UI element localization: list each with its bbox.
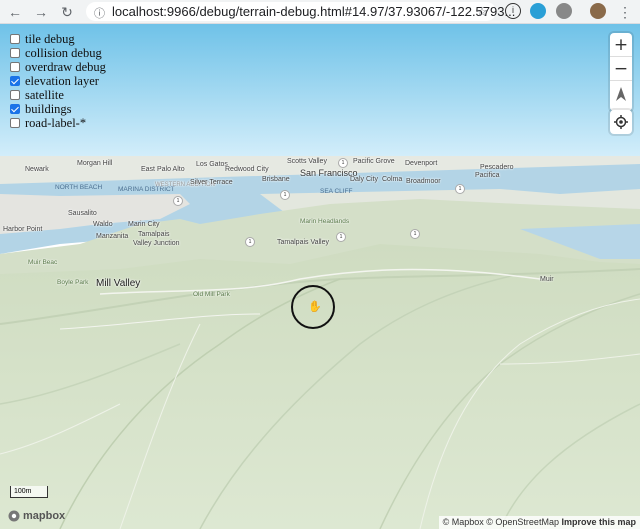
label-redwood-city: Redwood City (225, 166, 269, 173)
bookmark-star-icon[interactable]: ☆ (473, 3, 491, 21)
attribution-mapbox-link[interactable]: © Mapbox (443, 517, 484, 527)
menu-icon[interactable]: ⋮ (616, 3, 634, 21)
label-brisbane: Brisbane (262, 176, 290, 183)
extension-icon[interactable] (530, 3, 546, 19)
mapbox-logo-icon (8, 510, 20, 522)
checkbox[interactable] (10, 76, 20, 86)
zoom-out-button[interactable]: − (610, 57, 632, 81)
debug-option-label: tile debug (25, 31, 75, 46)
label-los-gatos: Los Gatos (196, 161, 228, 168)
label-colma: Colma (382, 176, 403, 183)
label-tamalpais-valley: Tamalpais Valley (277, 239, 330, 246)
zoom-control: + − (610, 33, 632, 111)
address-bar[interactable]: ⓘ localhost:9966/debug/terrain-debug.htm… (86, 2, 515, 21)
geolocate-button[interactable] (610, 110, 632, 134)
label-daly-city: Daly City (350, 176, 379, 183)
checkbox[interactable] (10, 62, 20, 72)
grab-cursor-icon: ✋ (308, 301, 322, 313)
label-morgan-hill: Morgan Hill (77, 160, 113, 167)
label-tamalpais: Tamalpais (138, 231, 170, 238)
attribution: © Mapbox © OpenStreetMap Improve this ma… (438, 516, 640, 529)
mapbox-logo-text: mapbox (23, 510, 66, 522)
checkbox[interactable] (10, 48, 20, 58)
debug-option-label: elevation layer (25, 73, 99, 88)
checkbox[interactable] (10, 90, 20, 100)
label-sea-cliff: SEA CLIFF (320, 188, 353, 195)
geolocate-control (610, 110, 632, 134)
compass-icon (616, 87, 626, 101)
debug-option-satellite[interactable]: satellite (10, 88, 106, 102)
label-scotts-valley: Scotts Valley (287, 158, 327, 165)
debug-option-label: road-label-* (25, 115, 87, 130)
highway-shield-icon: 1 (173, 196, 183, 206)
label-marin-city: Marin City (128, 221, 160, 228)
mapbox-logo[interactable]: mapbox (8, 510, 65, 522)
attribution-osm-link[interactable]: © OpenStreetMap (486, 517, 559, 527)
zoom-in-button[interactable]: + (610, 33, 632, 57)
forward-arrow-icon[interactable]: → (32, 3, 50, 21)
label-pacific-grove: Pacific Grove (353, 158, 395, 165)
label-broadmoor: Broadmoor (406, 178, 441, 185)
label-san-francisco: San Francisco (300, 168, 358, 178)
highway-shield-icon: 1 (280, 190, 290, 200)
debug-option-label: overdraw debug (25, 59, 106, 74)
debug-option-road-label[interactable]: road-label-* (10, 116, 106, 130)
debug-option-label: satellite (25, 87, 64, 102)
highway-shield-icon: 1 (410, 229, 420, 239)
checkbox[interactable] (10, 104, 20, 114)
label-north-beach: NORTH BEACH (55, 184, 103, 191)
url-text: localhost:9966/debug/terrain-debug.html#… (112, 4, 516, 19)
debug-option-tile-debug[interactable]: tile debug (10, 32, 106, 46)
debug-option-label: buildings (25, 101, 72, 116)
highway-shield-icon: 1 (455, 184, 465, 194)
label-pescadero: Pescadero (480, 164, 514, 171)
compass-button[interactable] (610, 81, 632, 111)
label-waldo: Waldo (93, 221, 113, 228)
back-arrow-icon[interactable]: ← (6, 3, 24, 21)
debug-option-elevation-layer[interactable]: elevation layer (10, 74, 106, 88)
label-silver-terrace: Silver Terrace (190, 179, 233, 186)
label-muir: Muir (540, 276, 554, 283)
label-valley-junction: Valley Junction (133, 240, 180, 247)
debug-option-label: collision debug (25, 45, 102, 60)
label-old-mill-park: Old Mill Park (193, 291, 230, 298)
label-mill-valley: Mill Valley (96, 278, 141, 289)
extension-info-icon[interactable]: i (505, 3, 521, 19)
label-marin-headlands: Marin Headlands (300, 218, 350, 225)
label-newark: Newark (25, 166, 49, 173)
geolocate-icon (614, 115, 628, 129)
profile-avatar[interactable] (590, 3, 606, 19)
debug-option-collision-debug[interactable]: collision debug (10, 46, 106, 60)
info-icon[interactable]: ⓘ (94, 5, 105, 21)
checkbox[interactable] (10, 118, 20, 128)
label-sausalito: Sausalito (68, 210, 97, 217)
highway-shield-icon: 1 (338, 158, 348, 168)
checkbox[interactable] (10, 34, 20, 44)
debug-option-buildings[interactable]: buildings (10, 102, 106, 116)
reload-icon[interactable]: ↻ (58, 3, 76, 21)
browser-toolbar: ← → ↻ ⓘ localhost:9966/debug/terrain-deb… (0, 0, 640, 24)
highway-shield-icon: 1 (245, 237, 255, 247)
debug-option-overdraw-debug[interactable]: overdraw debug (10, 60, 106, 74)
label-devenport: Devenport (405, 160, 438, 167)
label-muir-beach: Muir Beac (28, 259, 58, 266)
label-pacifica: Pacifica (475, 172, 500, 179)
improve-map-link[interactable]: Improve this map (561, 517, 636, 527)
label-boyle-park: Boyle Park (57, 279, 89, 286)
debug-panel: tile debug collision debug overdraw debug e… (10, 32, 106, 130)
label-harbor-point: Harbor Point (3, 226, 43, 233)
highway-shield-icon: 1 (336, 232, 346, 242)
label-east-palo-alto: East Palo Alto (141, 166, 185, 173)
extension-robot-icon[interactable] (556, 3, 572, 19)
scale-bar: 100m (10, 486, 48, 498)
label-manzanita: Manzanita (96, 233, 129, 240)
